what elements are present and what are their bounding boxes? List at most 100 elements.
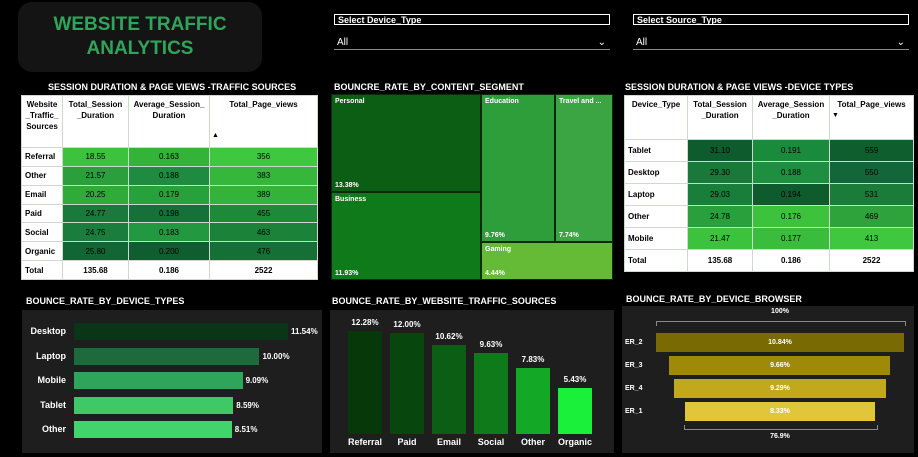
traffic-sources-table-title: SESSION DURATION & PAGE VIEWS -TRAFFIC S… — [48, 82, 297, 92]
cell-total-duration: 24.77 — [62, 203, 129, 224]
bar-label: Desktop — [30, 326, 66, 336]
row-label: Total — [624, 249, 688, 272]
bar-value: 8.51% — [234, 425, 258, 434]
bar-label: Laptop — [36, 350, 66, 361]
sort-asc-icon[interactable]: ▲ — [210, 130, 317, 141]
bar-value: 5.43% — [563, 375, 587, 385]
row-label: Referral — [21, 147, 63, 167]
cell-total-duration: 24.78 — [687, 205, 753, 228]
funnel-top-label: 100% — [771, 308, 789, 315]
column-header[interactable]: Website _Traffic_ Sources — [21, 95, 63, 148]
bar[interactable] — [474, 353, 508, 434]
row-label: Organic — [21, 241, 63, 262]
column-header[interactable]: Total_Page_views ▲ — [209, 95, 318, 148]
dashboard-title-box: WEBSITE TRAFFIC ANALYTICS — [18, 2, 262, 72]
funnel-value: 9.66% — [770, 362, 790, 369]
cell-total-duration: 21.47 — [687, 227, 753, 250]
cell-avg-duration: 0.177 — [752, 227, 830, 250]
bar[interactable] — [74, 396, 234, 414]
cell-page-views: 2522 — [209, 260, 318, 280]
row-label: Other — [624, 205, 688, 228]
chevron-down-icon[interactable]: ⌄ — [598, 36, 606, 50]
bar[interactable] — [74, 372, 243, 389]
bar[interactable] — [516, 368, 550, 434]
table-total-row: Total 135.68 0.186 2522 — [624, 249, 914, 272]
cell-total-duration: 135.68 — [687, 249, 753, 272]
bar-value: 10.62% — [435, 331, 463, 341]
treemap: Personal 13.38% Business 11.93% Educatio… — [331, 94, 613, 280]
table-row: Tablet 31.10 0.191 559 — [624, 139, 914, 162]
bar[interactable] — [74, 421, 232, 438]
cell-total-duration: 31.10 — [687, 139, 753, 162]
cell-page-views: 455 — [209, 203, 318, 224]
bar-value: 8.59% — [236, 400, 259, 410]
table-row: Other 21.57 0.188 383 — [21, 165, 318, 186]
device-type-dropdown[interactable]: All ⌄ — [334, 36, 610, 50]
cell-avg-duration: 0.186 — [752, 249, 830, 272]
bar[interactable] — [74, 347, 260, 365]
treemap-cell-education[interactable]: Education 9.76% — [481, 94, 555, 242]
treemap-title: BOUNCRE_RATE_BY_CONTENT_SEGMENT — [334, 82, 524, 92]
row-label: Tablet — [624, 139, 688, 162]
cell-page-views: 413 — [829, 227, 914, 250]
device-type-slicer[interactable]: Select Device_Type All ⌄ — [334, 14, 610, 50]
bar[interactable] — [390, 333, 424, 434]
cell-avg-duration: 0.198 — [128, 203, 210, 224]
bar-category: Organic — [557, 437, 592, 447]
cell-page-views: 531 — [829, 183, 914, 206]
bar-label: Mobile — [37, 375, 67, 385]
source-type-dropdown[interactable]: All ⌄ — [633, 36, 909, 50]
bar-value: 9.63% — [479, 340, 503, 350]
row-label: Total — [21, 260, 63, 280]
column-header[interactable]: Total_Session _Duration — [687, 95, 753, 140]
source-type-slicer[interactable]: Select Source_Type All ⌄ — [633, 14, 909, 50]
funnel-bottom-label: 76.9% — [770, 433, 790, 440]
treemap-cell-business[interactable]: Business 11.93% — [331, 192, 481, 280]
column-header[interactable]: Total_Page_views ▼ — [829, 95, 914, 140]
funnel-value: 9.29% — [770, 385, 790, 392]
bar-label: Tablet — [40, 399, 66, 410]
browser-bounce-chart-title: BOUNCE_RATE_BY_DEVICE_BROWSER — [626, 294, 802, 304]
sort-desc-icon[interactable]: ▼ — [830, 110, 913, 121]
bar[interactable] — [74, 323, 288, 340]
treemap-cell-travel[interactable]: Travel and ... 7.74% — [555, 94, 613, 242]
cell-page-views: 383 — [209, 165, 318, 186]
bar-value: 12.00% — [393, 320, 421, 330]
cell-page-views: 389 — [209, 184, 318, 205]
row-label: Laptop — [624, 183, 688, 206]
cell-avg-duration: 0.183 — [128, 222, 210, 243]
column-header[interactable]: Average_Session _Duration — [752, 95, 830, 140]
column-header[interactable]: Total_Session _Duration — [62, 95, 129, 148]
funnel-value: 10.84% — [768, 339, 792, 346]
cell-page-views: 2522 — [829, 249, 914, 272]
table-row: Referral 18.55 0.163 356 — [21, 147, 318, 167]
cell-total-duration: 29.30 — [687, 161, 753, 184]
cell-avg-duration: 0.188 — [752, 161, 830, 184]
column-header[interactable]: Average_Session_ Duration — [128, 95, 210, 148]
table-row: Email 20.25 0.179 389 — [21, 184, 318, 205]
bar[interactable] — [348, 331, 382, 434]
treemap-cell-personal[interactable]: Personal 13.38% — [331, 94, 481, 192]
device-types-table: Device_Type Total_Session _Duration Aver… — [624, 95, 914, 272]
device-types-table-title: SESSION DURATION & PAGE VIEWS -DEVICE TY… — [625, 82, 854, 92]
cell-avg-duration: 0.188 — [128, 165, 210, 186]
device-bounce-chart-title: BOUNCE_RATE_BY_DEVICE_TYPES — [26, 296, 185, 306]
funnel-top-axis — [656, 321, 906, 326]
bar[interactable] — [558, 388, 592, 434]
table-row: Paid 24.77 0.198 455 — [21, 203, 318, 224]
cell-total-duration: 18.55 — [62, 147, 129, 167]
table-row: Desktop 29.30 0.188 550 — [624, 161, 914, 184]
treemap-cell-gaming[interactable]: Gaming 4.44% — [481, 242, 613, 280]
funnel-bottom-axis — [684, 425, 878, 430]
cell-total-duration: 29.03 — [687, 183, 753, 206]
bar-value: 11.54% — [291, 327, 318, 336]
table-row: Laptop 29.03 0.194 531 — [624, 183, 914, 206]
cell-page-views: 463 — [209, 222, 318, 243]
chevron-down-icon[interactable]: ⌄ — [897, 36, 905, 50]
traffic-sources-table: Website _Traffic_ Sources Total_Session … — [21, 95, 318, 280]
table-row: Other 24.78 0.176 469 — [624, 205, 914, 228]
bar[interactable] — [432, 344, 466, 434]
cell-avg-duration: 0.200 — [128, 241, 210, 262]
cell-page-views: 469 — [829, 205, 914, 228]
column-header[interactable]: Device_Type — [624, 95, 688, 140]
